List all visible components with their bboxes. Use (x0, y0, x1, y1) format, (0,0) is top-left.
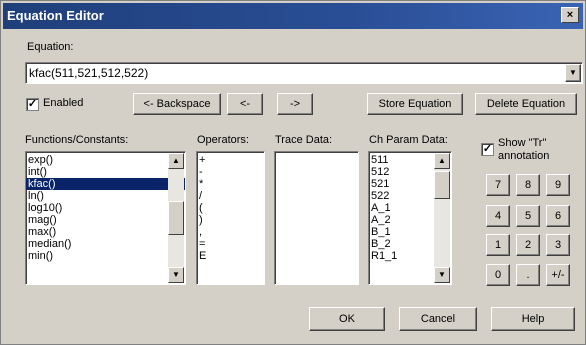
ch-param-list[interactable]: 511 512 521 522 A_1 A_2 B_1 B_2 R1_1 ▲ ▼ (368, 151, 452, 285)
keypad-key[interactable]: 1 (486, 234, 510, 256)
help-button[interactable]: Help (491, 307, 575, 331)
cursor-right-button[interactable]: -> (277, 93, 313, 115)
functions-list[interactable]: exp() int() kfac() ln() log10() mag() max() med… (25, 151, 186, 285)
operator-item[interactable]: ( (197, 202, 264, 214)
ch-param-scrollbar[interactable]: ▲ ▼ (434, 153, 450, 283)
equation-label: Equation: (27, 41, 74, 53)
functions-scrollbar[interactable]: ▲ ▼ (168, 153, 184, 283)
operators-list[interactable]: + - * /(), = E (196, 151, 265, 285)
equation-field[interactable]: kfac(511,521,512,522) ▼ (25, 62, 583, 84)
operator-item[interactable]: ) (197, 214, 264, 226)
function-item[interactable]: mag() (26, 214, 185, 226)
keypad-key[interactable]: 8 (516, 174, 540, 196)
backspace-button[interactable]: <- Backspace (133, 93, 221, 115)
show-tr-checkbox[interactable]: ✓ (481, 143, 494, 156)
cursor-left-button[interactable]: <- (227, 93, 263, 115)
scroll-down-icon[interactable]: ▼ (434, 267, 450, 283)
operator-item[interactable]: + (197, 154, 264, 166)
keypad-key[interactable]: 9 (546, 174, 570, 196)
keypad-key[interactable]: 6 (546, 205, 570, 227)
store-equation-button[interactable]: Store Equation (367, 93, 463, 115)
operator-item[interactable]: , (197, 226, 264, 238)
keypad-key[interactable]: 0 (486, 264, 510, 286)
operator-item[interactable]: * (197, 178, 264, 190)
function-item[interactable]: ln() (26, 190, 185, 202)
keypad-key[interactable]: 2 (516, 234, 540, 256)
function-item[interactable]: int() (26, 166, 185, 178)
keypad-key[interactable]: . (516, 264, 540, 286)
scroll-thumb[interactable] (168, 201, 184, 235)
show-tr-label-2: annotation (498, 150, 550, 162)
scroll-thumb[interactable] (434, 171, 450, 199)
function-item[interactable]: kfac() (26, 178, 185, 190)
enabled-label: Enabled (43, 97, 84, 109)
title-bar[interactable]: Equation Editor × (3, 3, 583, 29)
equation-editor-window: Equation Editor × Equation: kfac(511,521… (0, 0, 586, 345)
operator-item[interactable]: = (197, 238, 264, 250)
scroll-up-icon[interactable]: ▲ (168, 153, 184, 169)
operator-item[interactable]: E (197, 250, 264, 262)
chevron-down-icon[interactable]: ▼ (565, 64, 581, 82)
function-item[interactable]: exp() (26, 154, 185, 166)
enabled-checkbox[interactable]: ✓ (26, 98, 39, 111)
close-icon[interactable]: × (561, 7, 579, 23)
ok-button[interactable]: OK (309, 307, 385, 331)
show-tr-label: Show "Tr" (498, 137, 547, 149)
function-item[interactable]: min() (26, 250, 185, 262)
trace-data-list[interactable] (274, 151, 359, 285)
keypad-key[interactable]: +/- (546, 264, 570, 286)
delete-equation-button[interactable]: Delete Equation (475, 93, 577, 115)
function-item[interactable]: max() (26, 226, 185, 238)
functions-label: Functions/Constants: (25, 134, 129, 146)
operator-item[interactable]: / (197, 190, 264, 202)
keypad-key[interactable]: 3 (546, 234, 570, 256)
operators-label: Operators: (197, 134, 249, 146)
keypad-key[interactable]: 5 (516, 205, 540, 227)
scroll-down-icon[interactable]: ▼ (168, 267, 184, 283)
equation-value: kfac(511,521,512,522) (29, 66, 149, 80)
keypad-key[interactable]: 7 (486, 174, 510, 196)
trace-data-label: Trace Data: (275, 134, 333, 146)
cancel-button[interactable]: Cancel (399, 307, 477, 331)
function-item[interactable]: log10() (26, 202, 185, 214)
window-title: Equation Editor (7, 8, 104, 23)
function-item[interactable]: median() (26, 238, 185, 250)
operator-item[interactable]: - (197, 166, 264, 178)
ch-param-label: Ch Param Data: (369, 134, 448, 146)
scroll-up-icon[interactable]: ▲ (434, 153, 450, 169)
keypad-key[interactable]: 4 (486, 205, 510, 227)
